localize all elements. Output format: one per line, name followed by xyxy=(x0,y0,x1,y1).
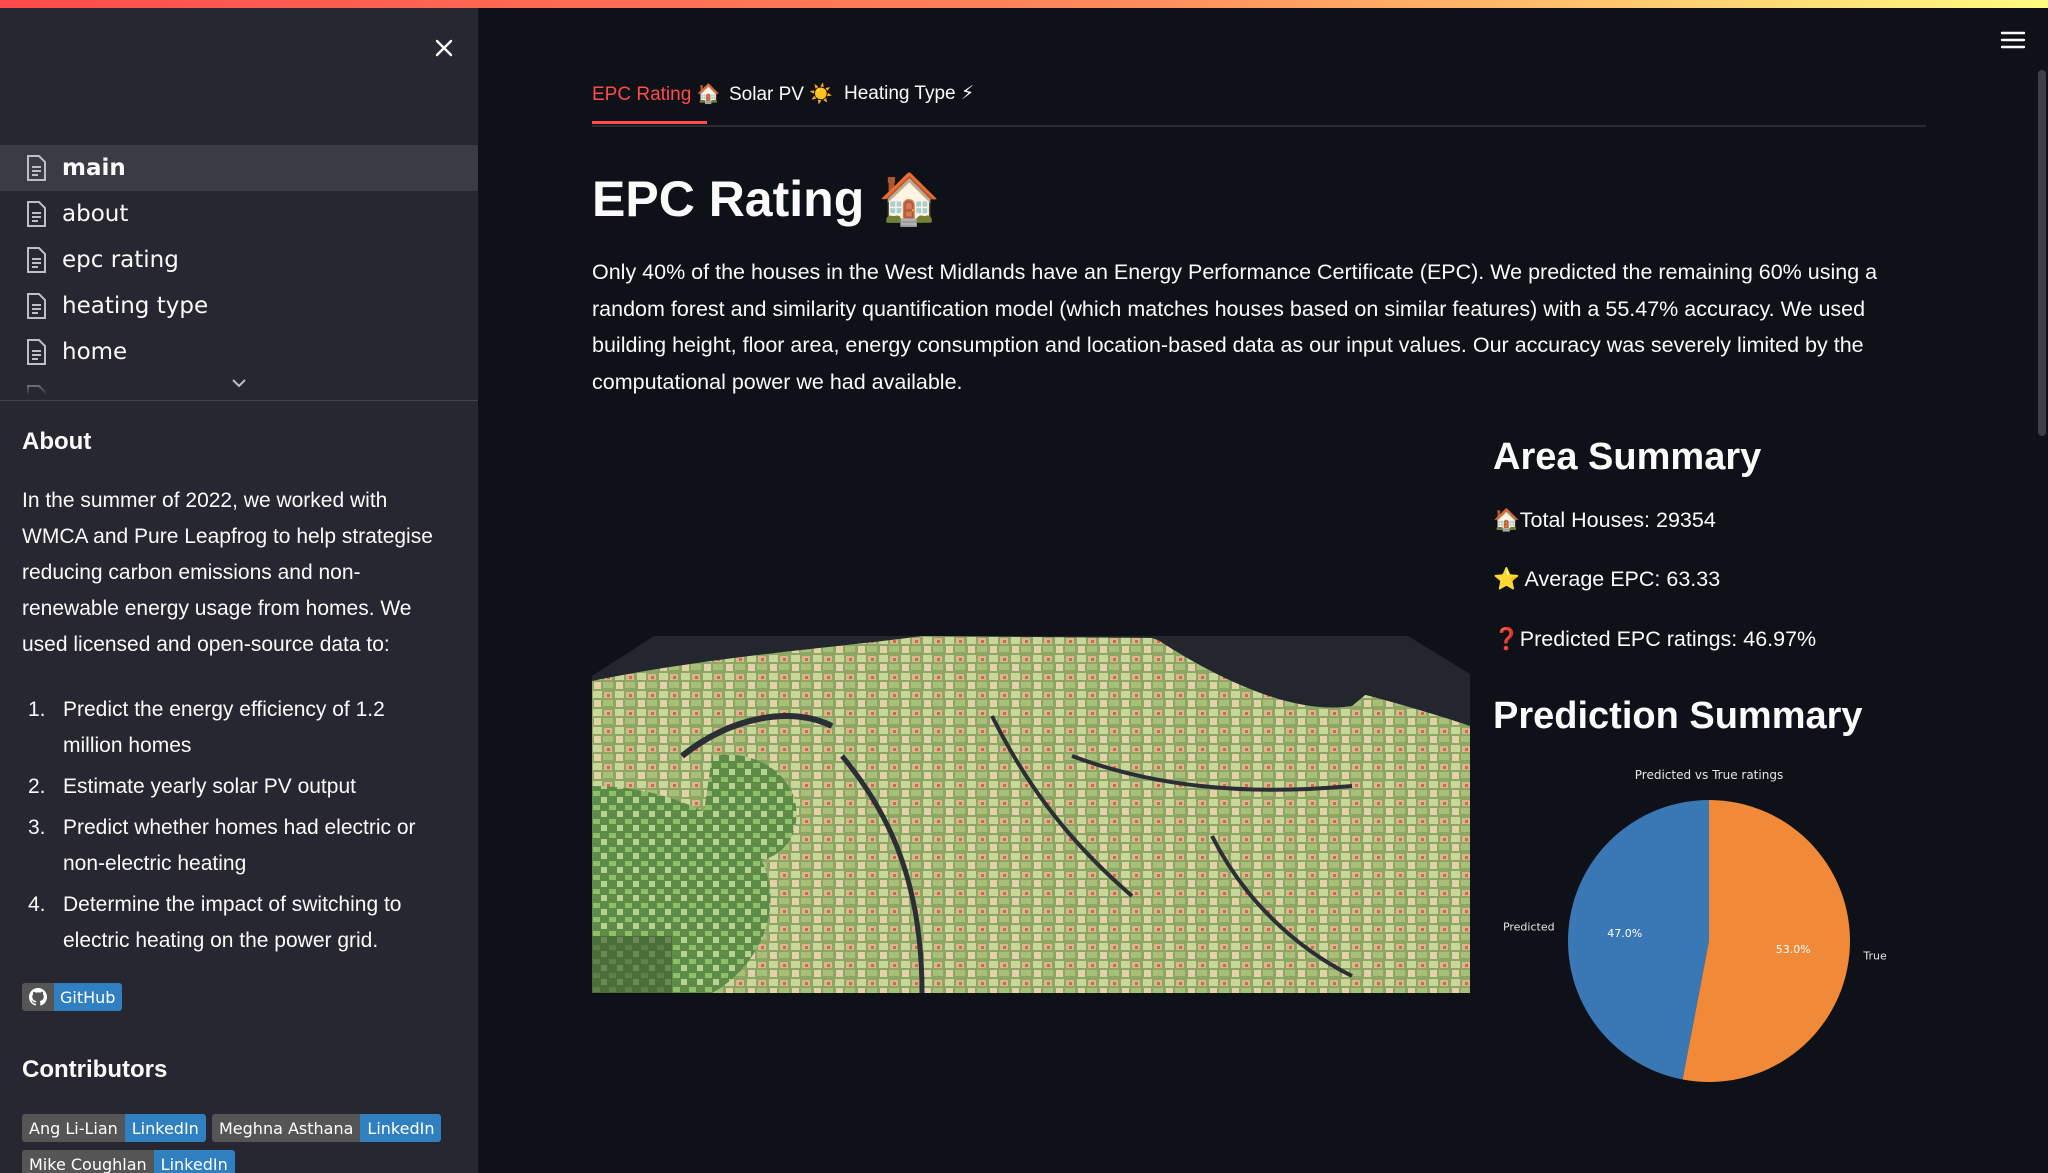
contributor-badge[interactable]: Ang Li-Lian LinkedIn xyxy=(22,1114,206,1142)
contributor-name: Mike Coughlan xyxy=(22,1150,154,1173)
pie-category-label: Predicted xyxy=(1503,920,1555,933)
tab-epc-rating[interactable]: EPC Rating 🏠 xyxy=(592,82,720,106)
about-text: In the summer of 2022, we worked with WM… xyxy=(22,489,433,656)
list-item: 4. Determine the impact of switching to e… xyxy=(22,887,442,959)
page-nav: main about epc rating heating type home xyxy=(0,145,478,395)
close-icon[interactable] xyxy=(428,32,460,64)
page-title: EPC Rating 🏠 xyxy=(592,171,941,227)
pie-chart-svg: Predicted vs True ratings 47.0% Predicted 5… xyxy=(1503,768,1887,1082)
nav-item-label: home xyxy=(62,339,128,365)
prediction-summary-title: Prediction Summary xyxy=(1493,695,1863,737)
nav-item-heating-type[interactable]: heating type xyxy=(0,283,478,329)
chart-title: Predicted vs True ratings xyxy=(1635,768,1783,782)
document-icon xyxy=(27,201,46,227)
linkedin-label: LinkedIn xyxy=(360,1114,442,1142)
nav-item-epc-rating[interactable]: epc rating xyxy=(0,237,478,283)
nav-item-label: heating type xyxy=(62,293,209,319)
nav-item-home[interactable]: home xyxy=(0,329,478,375)
contributor-name: Meghna Asthana xyxy=(212,1114,361,1142)
document-icon xyxy=(27,155,46,181)
chevron-down-icon[interactable] xyxy=(230,377,248,389)
document-icon xyxy=(27,247,46,273)
pie-value-label: 53.0% xyxy=(1776,943,1811,956)
nav-item-label: about xyxy=(62,201,129,227)
pie-value-label: 47.0% xyxy=(1607,927,1642,940)
contributor-badge[interactable]: Meghna Asthana LinkedIn xyxy=(212,1114,442,1142)
active-tab-indicator xyxy=(592,121,707,124)
list-item: 2. Estimate yearly solar PV output xyxy=(22,769,442,805)
document-icon xyxy=(27,339,46,365)
github-badge[interactable]: GitHub xyxy=(22,983,123,1011)
3d-building-map[interactable] xyxy=(592,636,1470,993)
predicted-epc-stat: ❓Predicted EPC ratings: 46.97% xyxy=(1493,627,1817,651)
linkedin-label: LinkedIn xyxy=(153,1150,235,1173)
total-houses-stat: 🏠Total Houses: 29354 xyxy=(1493,508,1716,532)
list-number: 2. xyxy=(28,775,46,798)
nav-item-label: main xyxy=(62,155,126,181)
top-decoration-bar xyxy=(0,0,2048,8)
github-icon xyxy=(22,983,54,1011)
tab-bar: EPC Rating 🏠 Solar PV ☀️ Heating Type ⚡ xyxy=(592,78,1926,127)
nav-item-about[interactable]: about xyxy=(0,191,478,237)
github-label: GitHub xyxy=(54,983,123,1011)
scrollbar[interactable] xyxy=(2038,70,2046,436)
list-text: Predict the energy efficiency of 1.2 mil… xyxy=(63,698,385,757)
linkedin-label: LinkedIn xyxy=(124,1114,206,1142)
sidebar-divider xyxy=(0,400,478,401)
list-number: 3. xyxy=(28,816,46,839)
list-number: 1. xyxy=(28,698,46,721)
nav-item-main[interactable]: main xyxy=(0,145,478,191)
intro-text: Only 40% of the houses in the West Midla… xyxy=(592,260,1878,394)
list-text: Estimate yearly solar PV output xyxy=(63,775,356,798)
document-icon xyxy=(27,293,46,319)
hamburger-menu-icon[interactable] xyxy=(1999,28,2027,52)
list-item: 1. Predict the energy efficiency of 1.2 m… xyxy=(22,692,442,764)
contributor-badge[interactable]: Mike Coughlan LinkedIn xyxy=(22,1150,235,1173)
list-text: Determine the impact of switching to ele… xyxy=(63,893,402,952)
area-summary-title: Area Summary xyxy=(1493,436,1762,478)
average-epc-stat: ⭐ Average EPC: 63.33 xyxy=(1493,567,1721,591)
pie-category-label: True xyxy=(1862,950,1887,963)
prediction-pie-chart: Predicted vs True ratings 47.0% Predicted 5… xyxy=(1493,760,1923,1100)
nav-item-label: epc rating xyxy=(62,247,179,273)
tab-solar-pv[interactable]: Solar PV ☀️ xyxy=(729,82,833,106)
contributor-name: Ang Li-Lian xyxy=(22,1114,125,1142)
goals-list: 1. Predict the energy efficiency of 1.2 m… xyxy=(22,692,442,964)
about-heading: About xyxy=(22,428,92,455)
tab-heating-type[interactable]: Heating Type ⚡ xyxy=(844,82,974,105)
contributors-heading: Contributors xyxy=(22,1056,168,1083)
list-number: 4. xyxy=(28,893,46,916)
list-text: Predict whether homes had electric or no… xyxy=(63,816,416,875)
sidebar: main about epc rating heating type home … xyxy=(0,8,478,1173)
list-item: 3. Predict whether homes had electric or … xyxy=(22,810,442,882)
